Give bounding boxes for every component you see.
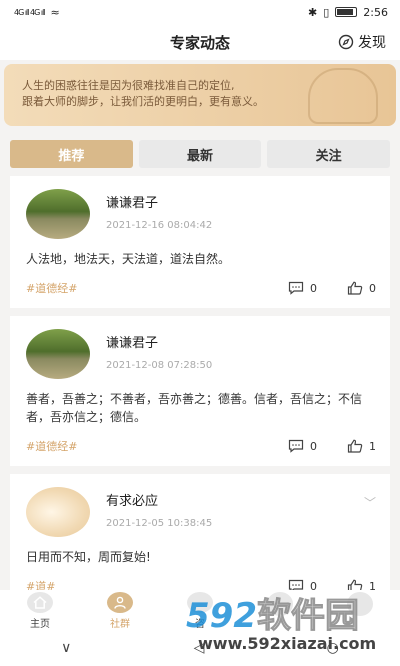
post-content: 善者，吾善之；不善者，吾亦善之；德善。信者，吾信之；不信者，吾亦信之；德信。 xyxy=(26,392,363,424)
avatar[interactable] xyxy=(26,487,90,537)
buddha-head-illustration xyxy=(308,68,378,124)
author-name[interactable]: 谦谦君子 xyxy=(106,332,212,351)
tab-follow[interactable]: 关注 xyxy=(267,140,391,168)
compass-icon xyxy=(338,34,354,50)
like-count: 0 xyxy=(369,281,376,295)
bluetooth-icon: ✱ xyxy=(308,5,318,19)
comment-icon xyxy=(288,439,304,453)
community-icon xyxy=(107,592,133,613)
post-content: 日用而不知，周而复始! xyxy=(26,550,151,564)
post-card[interactable]: 有求必应 2021-12-05 10:38:45 ﹀ 日用而不知，周而复始! #… xyxy=(10,474,390,602)
recent-icon[interactable]: ○ xyxy=(327,640,339,656)
status-time: 2:56 xyxy=(363,5,388,19)
home-triangle-icon[interactable]: ◁ xyxy=(194,640,205,656)
author-name[interactable]: 谦谦君子 xyxy=(106,192,212,211)
app-header: 专家动态 发现 xyxy=(0,24,400,60)
comment-count: 0 xyxy=(310,439,317,453)
like-button[interactable]: 1 xyxy=(347,439,376,453)
nav-label: 社群 xyxy=(110,619,130,630)
nav-consult[interactable]: 咨 xyxy=(160,590,240,630)
nav-profile[interactable] xyxy=(320,590,400,630)
comment-count: 0 xyxy=(310,281,317,295)
comment-icon xyxy=(288,281,304,295)
post-tag[interactable]: #道德经# xyxy=(26,280,77,296)
thumbs-up-icon xyxy=(347,281,363,295)
nav-label: 咨 xyxy=(195,619,205,630)
comment-button[interactable]: 0 xyxy=(288,281,317,295)
like-count: 1 xyxy=(369,439,376,453)
home-icon xyxy=(27,592,53,613)
like-button[interactable]: 0 xyxy=(347,281,376,295)
back-icon[interactable]: ∨ xyxy=(61,640,71,656)
nav-home[interactable]: 主页 xyxy=(0,590,80,630)
tab-bar: 推荐 最新 关注 xyxy=(0,140,400,168)
discover-button[interactable]: 发现 xyxy=(338,32,386,52)
comment-button[interactable]: 0 xyxy=(288,439,317,453)
tab-latest[interactable]: 最新 xyxy=(138,140,262,168)
discover-label: 发现 xyxy=(358,35,386,51)
post-time: 2021-12-08 07:28:50 xyxy=(106,360,213,371)
post-time: 2021-12-16 08:04:42 xyxy=(106,220,213,231)
post-content: 人法地，地法天，天法道，道法自然。 xyxy=(26,252,231,266)
message-icon xyxy=(267,592,293,616)
page-title: 专家动态 xyxy=(169,33,230,52)
profile-icon xyxy=(347,592,373,616)
bottom-nav: 主页 社群 咨 xyxy=(0,590,400,630)
signal-icon: 4G ıll 4G ıll xyxy=(14,7,46,17)
post-time: 2021-12-05 10:38:45 xyxy=(106,518,213,529)
vibrate-icon: ▯ xyxy=(323,5,330,19)
tab-recommend[interactable]: 推荐 xyxy=(10,140,133,168)
nav-message[interactable] xyxy=(240,590,320,630)
post-feed[interactable]: 谦谦君子 2021-12-16 08:04:42 人法地，地法天，天法道，道法自… xyxy=(10,176,390,602)
battery-icon xyxy=(335,7,358,17)
divider xyxy=(10,308,390,316)
nav-label: 主页 xyxy=(30,619,50,630)
status-bar: 4G ıll 4G ıll ≈ ✱ ▯ 2:56 xyxy=(0,0,400,24)
chevron-down-icon[interactable]: ﹀ xyxy=(364,494,376,511)
wifi-icon: ≈ xyxy=(50,5,60,19)
post-card[interactable]: 谦谦君子 2021-12-08 07:28:50 善者，吾善之；不善者，吾亦善之… xyxy=(10,316,390,474)
avatar[interactable] xyxy=(26,189,90,239)
banner[interactable]: 人生的困惑往往是因为很难找准自己的定位, 跟着大师的脚步，让我们活的更明白，更有… xyxy=(4,64,396,126)
divider xyxy=(10,466,390,474)
system-nav-bar: ∨ ◁ ○ xyxy=(0,630,400,666)
author-name[interactable]: 有求必应 xyxy=(106,490,212,509)
thumbs-up-icon xyxy=(347,439,363,453)
nav-community[interactable]: 社群 xyxy=(80,590,160,630)
post-tag[interactable]: #道德经# xyxy=(26,438,77,454)
avatar[interactable] xyxy=(26,329,90,379)
post-card[interactable]: 谦谦君子 2021-12-16 08:04:42 人法地，地法天，天法道，道法自… xyxy=(10,176,390,316)
consult-icon xyxy=(187,592,213,613)
